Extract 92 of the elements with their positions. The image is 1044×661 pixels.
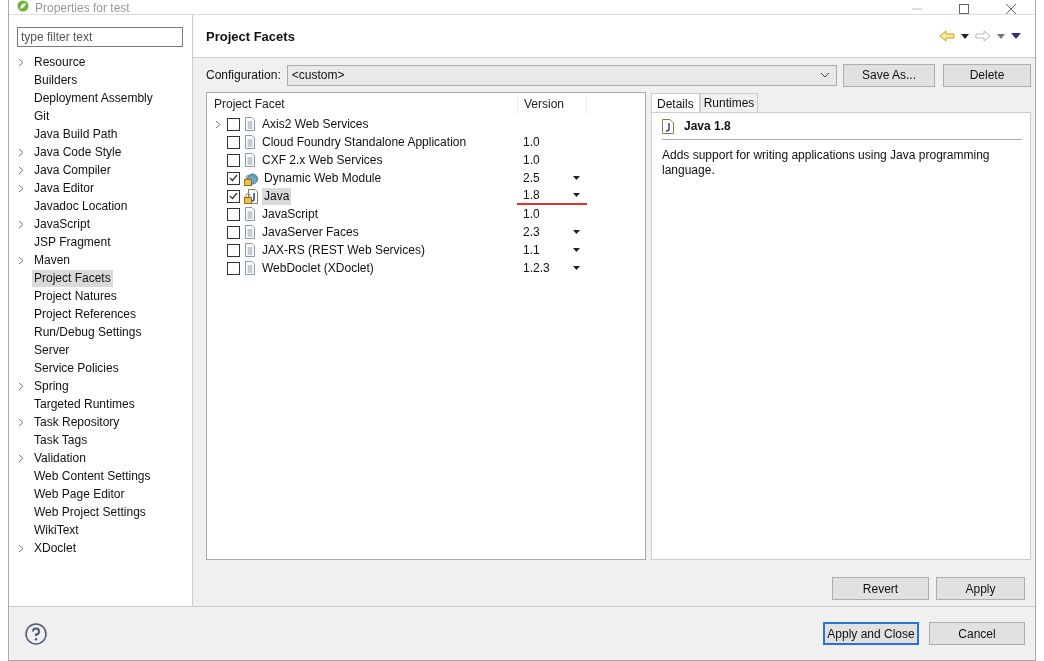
facet-version: 1.0: [523, 135, 541, 149]
filter-field[interactable]: type filter text: [17, 27, 183, 47]
sidebar-item[interactable]: Java Code Style: [32, 143, 124, 161]
sidebar-item[interactable]: XDoclet: [32, 539, 79, 557]
close-icon[interactable]: [1005, 4, 1017, 14]
facet-version: 2.5: [523, 171, 541, 185]
document-icon: [244, 261, 256, 275]
dropdown-caret-icon[interactable]: [961, 33, 969, 39]
facet-checkbox[interactable]: [227, 261, 240, 275]
facet-checkbox[interactable]: [227, 189, 240, 203]
sidebar-item[interactable]: Web Page Editor: [32, 485, 127, 503]
document-icon: [244, 135, 256, 149]
sidebar-item[interactable]: WikiText: [32, 521, 81, 539]
sidebar-item[interactable]: Project Natures: [32, 287, 119, 305]
sidebar-item[interactable]: Git: [32, 107, 52, 125]
locked-globe-icon: [244, 170, 258, 186]
configuration-dropdown[interactable]: <custom>: [286, 64, 837, 86]
facet-checkbox[interactable]: [227, 243, 240, 257]
sidebar-item[interactable]: Java Compiler: [32, 161, 113, 179]
page-button[interactable]: Delete: [943, 63, 1031, 87]
help-icon[interactable]: [25, 622, 47, 645]
facet-checkbox[interactable]: [227, 225, 240, 239]
footer-button[interactable]: Cancel: [929, 622, 1025, 645]
dropdown-caret-icon[interactable]: [573, 230, 580, 234]
facet-name[interactable]: Dynamic Web Module: [262, 169, 384, 187]
locked-java-file-icon: [244, 188, 258, 204]
sidebar-item[interactable]: JSP Fragment: [32, 233, 113, 251]
window-title: Properties for test: [35, 2, 130, 14]
sidebar-item[interactable]: Builders: [32, 71, 80, 89]
page-title: Project Facets: [206, 28, 295, 44]
facet-checkbox[interactable]: [227, 153, 240, 167]
facet-checkbox[interactable]: [227, 171, 240, 185]
sidebar-item[interactable]: Run/Debug Settings: [32, 323, 144, 341]
facet-name[interactable]: Axis2 Web Services: [260, 115, 371, 133]
facet-name[interactable]: WebDoclet (XDoclet): [260, 259, 376, 277]
document-icon: [244, 153, 256, 167]
chevron-down-icon: [820, 72, 830, 78]
sidebar-item[interactable]: Resource: [32, 53, 88, 71]
details-tab[interactable]: Runtimes: [699, 93, 759, 112]
document-icon: [244, 117, 256, 131]
dropdown-caret-icon[interactable]: [573, 193, 580, 197]
sidebar-item[interactable]: Server: [32, 341, 72, 359]
sidebar-item[interactable]: Web Project Settings: [32, 503, 148, 521]
sidebar-item[interactable]: Validation: [32, 449, 88, 467]
dropdown-caret-icon[interactable]: [573, 266, 580, 270]
facet-name[interactable]: CXF 2.x Web Services: [260, 151, 385, 169]
facet-name[interactable]: Cloud Foundry Standalone Application: [260, 133, 469, 151]
page-button[interactable]: Revert: [832, 577, 929, 600]
facet-name[interactable]: JAX-RS (REST Web Services): [260, 241, 427, 259]
sidebar-item[interactable]: Web Content Settings: [32, 467, 153, 485]
sidebar-item[interactable]: Task Repository: [32, 413, 122, 431]
java-file-icon: [662, 118, 674, 134]
sidebar-item[interactable]: Java Editor: [32, 179, 97, 197]
facet-checkbox[interactable]: [227, 117, 240, 131]
sidebar-item[interactable]: Java Build Path: [32, 125, 120, 143]
facet-version: 1.8: [523, 188, 541, 202]
facet-name[interactable]: JavaScript: [260, 205, 321, 223]
column-header[interactable]: Version: [517, 93, 587, 115]
view-menu-icon[interactable]: [1011, 33, 1021, 39]
document-icon: [244, 243, 256, 257]
configuration-label: Configuration:: [206, 68, 281, 82]
sidebar-item[interactable]: Task Tags: [32, 431, 90, 449]
details-description: Adds support for writing applications using Java programming language.: [662, 148, 991, 178]
sidebar-item[interactable]: Deployment Assembly: [32, 89, 155, 107]
facet-version: 1.1: [523, 243, 541, 257]
page-button[interactable]: Apply: [936, 577, 1025, 600]
document-icon: [244, 207, 256, 221]
sidebar-item[interactable]: Project Facets: [32, 269, 113, 287]
facet-version: 1.0: [523, 207, 541, 221]
facet-checkbox[interactable]: [227, 207, 240, 221]
sidebar-item[interactable]: Targeted Runtimes: [32, 395, 137, 413]
facet-name[interactable]: Java: [262, 187, 292, 205]
document-icon: [244, 225, 256, 239]
sidebar-item[interactable]: Javadoc Location: [32, 197, 130, 215]
footer-button[interactable]: Apply and Close: [823, 622, 919, 645]
details-tab[interactable]: Details: [651, 93, 700, 113]
facet-version: 2.3: [523, 225, 541, 239]
maximize-icon[interactable]: [959, 4, 969, 14]
sidebar-item[interactable]: JavaScript: [32, 215, 93, 233]
facet-checkbox[interactable]: [227, 135, 240, 149]
dropdown-caret-icon[interactable]: [573, 176, 580, 180]
details-heading: Java 1.8: [684, 119, 731, 133]
page-button[interactable]: Save As...: [843, 63, 935, 87]
sidebar-item[interactable]: Maven: [32, 251, 73, 269]
facet-name[interactable]: JavaServer Faces: [260, 223, 361, 241]
facet-version: 1.2.3: [523, 261, 551, 275]
sidebar-item[interactable]: Spring: [32, 377, 71, 395]
column-header[interactable]: Project Facet: [207, 93, 517, 115]
sidebar-item[interactable]: Project References: [32, 305, 139, 323]
facet-version: 1.0: [523, 153, 541, 167]
sidebar-item[interactable]: Service Policies: [32, 359, 121, 377]
dropdown-caret-icon[interactable]: [573, 248, 580, 252]
